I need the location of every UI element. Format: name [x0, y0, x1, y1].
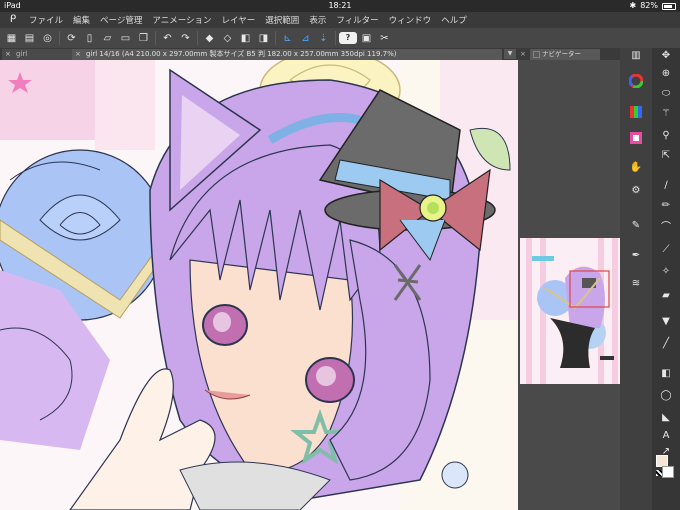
- document-tab-bar: × girl × girl 14/16 (A4 210.00 x 297.00m…: [0, 48, 518, 60]
- ios-status-bar: iPad 18:21 ✱ 82%: [0, 0, 680, 12]
- menu-selection[interactable]: 選択範囲: [265, 14, 299, 26]
- tab-girl-active[interactable]: × girl 14/16 (A4 210.00 x 297.00mm 製本サイズ…: [72, 49, 502, 60]
- clock: 18:21: [328, 1, 352, 10]
- copy-icon[interactable]: ❐: [135, 30, 152, 46]
- spinner-icon[interactable]: ◎: [39, 30, 56, 46]
- battery-icon: [662, 2, 676, 10]
- decoration-icon[interactable]: ✧: [652, 264, 680, 280]
- frame-icon[interactable]: ◣: [652, 410, 680, 426]
- bluetooth-icon: ✱: [629, 1, 637, 10]
- hand-icon[interactable]: ✋: [620, 160, 652, 176]
- eyedropper-icon[interactable]: ⚲: [652, 128, 680, 144]
- tab-girl[interactable]: × girl: [2, 49, 72, 60]
- undo-icon[interactable]: ↶: [159, 30, 176, 46]
- move-icon[interactable]: ✥: [652, 48, 680, 64]
- reload-icon[interactable]: ⟳: [63, 30, 80, 46]
- menu-layer[interactable]: レイヤー: [222, 14, 256, 26]
- text-icon[interactable]: A: [652, 428, 680, 444]
- rgb-icon[interactable]: [620, 106, 652, 122]
- menu-window[interactable]: ウィンドウ: [389, 14, 432, 26]
- magic-wand-icon[interactable]: ⚚: [652, 106, 680, 122]
- text-tool-label: A: [662, 430, 670, 441]
- divider: [155, 31, 156, 45]
- close-icon[interactable]: ×: [520, 49, 526, 60]
- tool-column: ✥ ⊕ ⬭ ⚚ ⚲ ⇱ ∕ ✏ ⌒ ⟋ ✧ ▰ ▼ ╱ ◧ ◯ ◣ A ↗: [652, 48, 680, 510]
- sub-color-swatch[interactable]: [662, 466, 674, 478]
- stamp-icon[interactable]: ▣: [358, 30, 375, 46]
- redo-icon[interactable]: ↷: [177, 30, 194, 46]
- color-wheel-icon[interactable]: [620, 73, 652, 90]
- gear-icon[interactable]: ⚙: [620, 183, 652, 199]
- palette-column: ▥ ✋ ⚙ ✎ ✒ ≋: [620, 48, 652, 510]
- pen-icon[interactable]: ✒: [620, 248, 652, 264]
- transparent-color-swatch[interactable]: [656, 470, 662, 476]
- help-button[interactable]: ?: [339, 32, 357, 44]
- layer-properties-icon[interactable]: [620, 132, 652, 148]
- battery-percent: 82%: [640, 1, 658, 10]
- menu-filter[interactable]: フィルター: [336, 14, 378, 26]
- snap-2-icon[interactable]: ⊿: [297, 30, 314, 46]
- move-layer-icon[interactable]: ⇱: [652, 148, 680, 164]
- navigator-tab-bar: × ナビゲーター: [518, 48, 620, 60]
- clip-studio-logo-icon[interactable]: ᑭ: [6, 14, 20, 26]
- airbrush-icon[interactable]: ⟋: [652, 242, 680, 258]
- close-icon[interactable]: ×: [75, 49, 81, 60]
- eraser-tool-icon[interactable]: ▰: [652, 288, 680, 304]
- artwork: [0, 60, 518, 510]
- menu-file[interactable]: ファイル: [29, 14, 63, 26]
- navigator-icon: [533, 51, 540, 58]
- open-icon[interactable]: ▱: [99, 30, 116, 46]
- rotate-right-icon[interactable]: ◨: [255, 30, 272, 46]
- navigator-thumbnail[interactable]: [520, 208, 626, 416]
- command-bar: ▦ ▤ ◎ ⟳ ▯ ▱ ▭ ❐ ↶ ↷ ◆ ◇ ◧ ◨ ⊾ ⊿ ⇣ ? ▣ ✂: [0, 28, 505, 48]
- menu-animation[interactable]: アニメーション: [152, 14, 211, 26]
- close-icon[interactable]: ×: [5, 49, 11, 60]
- gradient-icon[interactable]: ╱: [652, 336, 680, 352]
- chevron-down-icon[interactable]: ▼: [504, 49, 516, 59]
- divider: [59, 31, 60, 45]
- stack-icon[interactable]: ▤: [21, 30, 38, 46]
- pencil-icon[interactable]: ✏: [652, 198, 680, 214]
- divider: [335, 31, 336, 45]
- menu-help[interactable]: ヘルプ: [441, 14, 467, 26]
- drawing-canvas[interactable]: [0, 60, 518, 510]
- figure-icon[interactable]: ◧: [652, 366, 680, 382]
- grid-icon[interactable]: ▦: [3, 30, 20, 46]
- clear-icon[interactable]: ◇: [219, 30, 236, 46]
- zoom-icon[interactable]: ⊕: [652, 66, 680, 82]
- rotate-left-icon[interactable]: ◧: [237, 30, 254, 46]
- tab-navigator[interactable]: × ナビゲーター: [520, 49, 600, 60]
- command-bar-right: [505, 28, 680, 48]
- snap-3-icon[interactable]: ⇣: [315, 30, 332, 46]
- divider: [275, 31, 276, 45]
- layer-icon[interactable]: ▥: [620, 48, 652, 64]
- menu-page[interactable]: ページ管理: [100, 14, 142, 26]
- pen-tool-icon[interactable]: ∕: [652, 178, 680, 194]
- balloon-icon[interactable]: ◯: [652, 388, 680, 404]
- brush-icon[interactable]: ✎: [620, 218, 652, 234]
- fill-icon[interactable]: ▼: [652, 314, 680, 330]
- layers-icon[interactable]: ≋: [620, 276, 652, 292]
- new-icon[interactable]: ▯: [81, 30, 98, 46]
- tab-label: girl 14/16 (A4 210.00 x 297.00mm 製本サイズ B…: [86, 50, 397, 58]
- snap-1-icon[interactable]: ⊾: [279, 30, 296, 46]
- brush-tool-icon[interactable]: ⌒: [652, 220, 680, 236]
- menu-bar: ᑭ ファイル 編集 ページ管理 アニメーション レイヤー 選択範囲 表示 フィル…: [0, 12, 680, 28]
- divider: [197, 31, 198, 45]
- scissors-icon[interactable]: ✂: [376, 30, 393, 46]
- lasso-icon[interactable]: ⬭: [652, 86, 680, 102]
- menu-view[interactable]: 表示: [309, 14, 326, 26]
- navigator-tab-label: ナビゲーター: [542, 50, 581, 58]
- eraser-icon[interactable]: ◆: [201, 30, 218, 46]
- status-right: ✱ 82%: [630, 0, 676, 12]
- menu-edit[interactable]: 編集: [73, 14, 90, 26]
- navigator-panel: [518, 60, 624, 510]
- save-icon[interactable]: ▭: [117, 30, 134, 46]
- tab-label: girl: [16, 50, 28, 58]
